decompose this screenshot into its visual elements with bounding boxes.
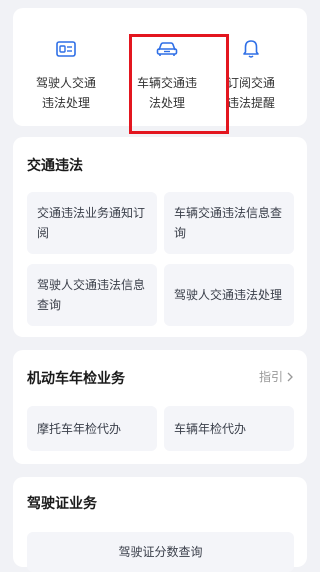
id-card-icon [56, 41, 76, 57]
quick-action-label: 驾驶人交通 违法处理 [35, 76, 96, 110]
section-title: 机动车年检业务 [27, 371, 125, 387]
chevron-right-icon [287, 372, 293, 381]
service-item[interactable]: 车辆交通违法信息查询 [164, 192, 294, 254]
service-item[interactable]: 驾驶人交通违法处理 [164, 264, 294, 326]
service-item[interactable]: 车辆年检代办 [164, 406, 294, 451]
guide-link[interactable]: 指引 [259, 368, 293, 385]
service-item[interactable]: 交通违法业务通知订阅 [27, 192, 157, 254]
quick-actions-card: 驾驶人交通 违法处理 车辆交通违 法处理 订阅交通 违法提醒 [13, 8, 307, 134]
quick-action-driver-violation[interactable]: 驾驶人交通 违法处理 [18, 38, 114, 113]
service-item[interactable]: 摩托车年检代办 [27, 406, 157, 451]
annual-inspection-card: 机动车年检业务 指引 摩托车年检代办 车辆年检代办 [13, 350, 307, 464]
highlight-box [129, 34, 229, 134]
bell-icon [243, 40, 259, 58]
service-item[interactable]: 驾驶人交通违法信息查询 [27, 264, 157, 326]
section-title: 交通违法 [27, 158, 83, 174]
guide-label: 指引 [258, 370, 283, 384]
license-card: 驾驶证业务 驾驶证分数查询 [13, 477, 307, 572]
service-item[interactable]: 驾驶证分数查询 [27, 532, 294, 572]
traffic-violation-card: 交通违法 交通违法业务通知订阅 车辆交通违法信息查询 驾驶人交通违法信息查询 驾… [13, 137, 307, 337]
section-title: 驾驶证业务 [27, 496, 97, 512]
